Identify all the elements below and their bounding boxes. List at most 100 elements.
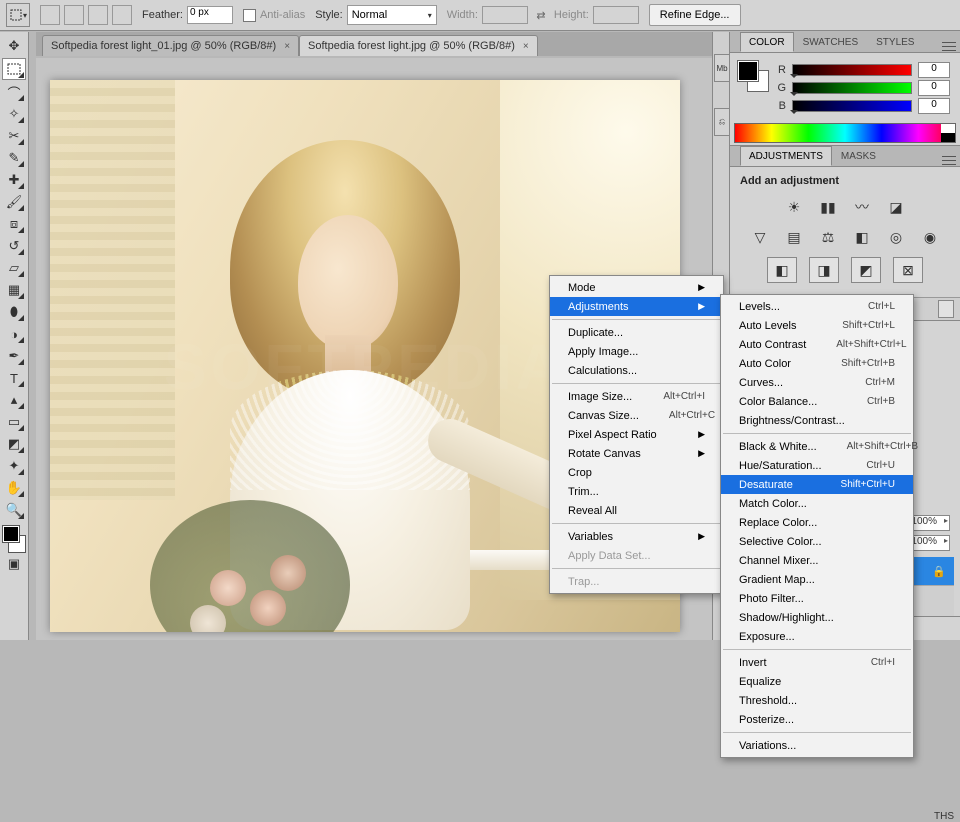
menu-item[interactable]: Replace Color... (721, 513, 913, 532)
style-select[interactable]: Normal▾ (347, 5, 437, 25)
preset-hue-icon[interactable]: ⊠ (893, 257, 923, 283)
close-icon[interactable]: × (284, 41, 290, 52)
feather-input[interactable]: 0 px (187, 6, 233, 24)
brightness-icon[interactable]: ☀ (783, 197, 805, 217)
menu-item[interactable]: Auto ContrastAlt+Shift+Ctrl+L (721, 335, 913, 354)
3d-camera-tool[interactable]: ✦ (3, 456, 25, 476)
g-slider[interactable] (792, 82, 912, 94)
zoom-tool[interactable]: 🔍 (3, 500, 25, 520)
dodge-tool[interactable]: ◑ (3, 324, 25, 344)
tool-preset-slot[interactable]: ▾ (6, 3, 30, 27)
paths-tab-partial[interactable]: THS (934, 811, 954, 822)
menu-item[interactable]: Exposure... (721, 627, 913, 646)
menu-item[interactable]: Rotate Canvas▶ (550, 444, 723, 463)
vibrance-icon[interactable]: ▽ (749, 227, 771, 247)
move-tool[interactable]: ✥ (3, 36, 25, 56)
b-slider[interactable] (792, 100, 912, 112)
panel-menu-icon[interactable] (942, 154, 956, 166)
menu-item[interactable]: Variations... (721, 736, 913, 755)
menu-item[interactable]: Posterize... (721, 710, 913, 729)
document-tab[interactable]: Softpedia forest light_01.jpg @ 50% (RGB… (42, 35, 299, 56)
quick-select-tool[interactable]: ✧ (3, 104, 25, 124)
document-tab[interactable]: Softpedia forest light.jpg @ 50% (RGB/8#… (299, 35, 538, 56)
menu-item[interactable]: Equalize (721, 672, 913, 691)
preset-curves-icon[interactable]: ◨ (809, 257, 839, 283)
menu-item[interactable]: Levels...Ctrl+L (721, 297, 913, 316)
history-brush-tool[interactable]: ↺ (3, 236, 25, 256)
blur-tool[interactable]: ⬮ (3, 302, 25, 322)
type-tool[interactable]: T (3, 368, 25, 388)
fg-bg-swatch[interactable] (3, 526, 25, 552)
channel-mixer-icon[interactable]: ◉ (919, 227, 941, 247)
menu-item[interactable]: Image Size...Alt+Ctrl+I (550, 387, 723, 406)
healing-tool[interactable]: ✚ (3, 170, 25, 190)
dock-panel-icon[interactable]: Mb (714, 54, 730, 82)
eraser-tool[interactable]: ▱ (3, 258, 25, 278)
menu-item[interactable]: Crop (550, 463, 723, 482)
hue-icon[interactable]: ▤ (783, 227, 805, 247)
dock-panel-icon[interactable]: ⎌ (714, 108, 730, 136)
menu-item[interactable]: Apply Image... (550, 342, 723, 361)
menu-item[interactable]: Auto LevelsShift+Ctrl+L (721, 316, 913, 335)
menu-item[interactable]: Calculations... (550, 361, 723, 380)
menu-item[interactable]: Adjustments▶ (550, 297, 723, 316)
menu-item[interactable]: Variables▶ (550, 527, 723, 546)
menu-item[interactable]: Threshold... (721, 691, 913, 710)
color-balance-icon[interactable]: ⚖ (817, 227, 839, 247)
menu-item[interactable]: Photo Filter... (721, 589, 913, 608)
menu-item[interactable]: Curves...Ctrl+M (721, 373, 913, 392)
menu-item[interactable]: InvertCtrl+I (721, 653, 913, 672)
lasso-tool[interactable]: ⌒ (3, 82, 25, 102)
bw-icon[interactable]: ◧ (851, 227, 873, 247)
menu-item[interactable]: Channel Mixer... (721, 551, 913, 570)
sel-intersect-button[interactable] (112, 5, 132, 25)
menu-item[interactable]: Brightness/Contrast... (721, 411, 913, 430)
marquee-tool[interactable] (2, 58, 26, 80)
tab-styles[interactable]: STYLES (867, 32, 923, 52)
3d-tool[interactable]: ◩ (3, 434, 25, 454)
tab-adjustments[interactable]: ADJUSTMENTS (740, 146, 832, 166)
sel-new-button[interactable] (40, 5, 60, 25)
crop-tool[interactable]: ✂ (3, 126, 25, 146)
brush-tool[interactable]: 🖌 (3, 192, 25, 212)
sel-subtract-button[interactable] (88, 5, 108, 25)
menu-item[interactable]: Black & White...Alt+Shift+Ctrl+B (721, 437, 913, 456)
menu-item[interactable]: Hue/Saturation...Ctrl+U (721, 456, 913, 475)
refine-edge-button[interactable]: Refine Edge... (649, 4, 741, 26)
menu-item[interactable]: Match Color... (721, 494, 913, 513)
close-icon[interactable]: × (523, 41, 529, 52)
b-input[interactable]: 0 (918, 98, 950, 114)
tab-swatches[interactable]: SWATCHES (794, 32, 868, 52)
pen-tool[interactable]: ✒ (3, 346, 25, 366)
menu-item[interactable]: Pixel Aspect Ratio▶ (550, 425, 723, 444)
hand-tool[interactable]: ✋ (3, 478, 25, 498)
r-input[interactable]: 0 (918, 62, 950, 78)
menu-item[interactable]: Mode▶ (550, 278, 723, 297)
color-ramp[interactable] (734, 123, 956, 143)
fg-color-swatch[interactable] (3, 526, 19, 542)
photo-filter-icon[interactable]: ◎ (885, 227, 907, 247)
path-select-tool[interactable]: ▴ (3, 390, 25, 410)
preset-levels-icon[interactable]: ◧ (767, 257, 797, 283)
menu-item[interactable]: Trim... (550, 482, 723, 501)
quick-mask-toggle[interactable]: ▣ (3, 554, 25, 574)
tab-masks[interactable]: MASKS (832, 146, 885, 166)
r-slider[interactable] (792, 64, 912, 76)
fg-swatch[interactable] (738, 61, 758, 81)
panel-menu-icon[interactable] (942, 40, 956, 52)
exposure-icon[interactable]: ◪ (885, 197, 907, 217)
g-input[interactable]: 0 (918, 80, 950, 96)
trash-icon[interactable] (938, 300, 954, 318)
menu-item[interactable]: Color Balance...Ctrl+B (721, 392, 913, 411)
shape-tool[interactable]: ▭ (3, 412, 25, 432)
menu-item[interactable]: Canvas Size...Alt+Ctrl+C (550, 406, 723, 425)
menu-item[interactable]: Reveal All (550, 501, 723, 520)
menu-item[interactable]: Auto ColorShift+Ctrl+B (721, 354, 913, 373)
menu-item[interactable]: DesaturateShift+Ctrl+U (721, 475, 913, 494)
menu-item[interactable]: Selective Color... (721, 532, 913, 551)
eyedropper-tool[interactable]: ✎ (3, 148, 25, 168)
stamp-tool[interactable]: ⧈ (3, 214, 25, 234)
gradient-tool[interactable]: ▦ (3, 280, 25, 300)
menu-item[interactable]: Shadow/Highlight... (721, 608, 913, 627)
preset-exposure-icon[interactable]: ◩ (851, 257, 881, 283)
